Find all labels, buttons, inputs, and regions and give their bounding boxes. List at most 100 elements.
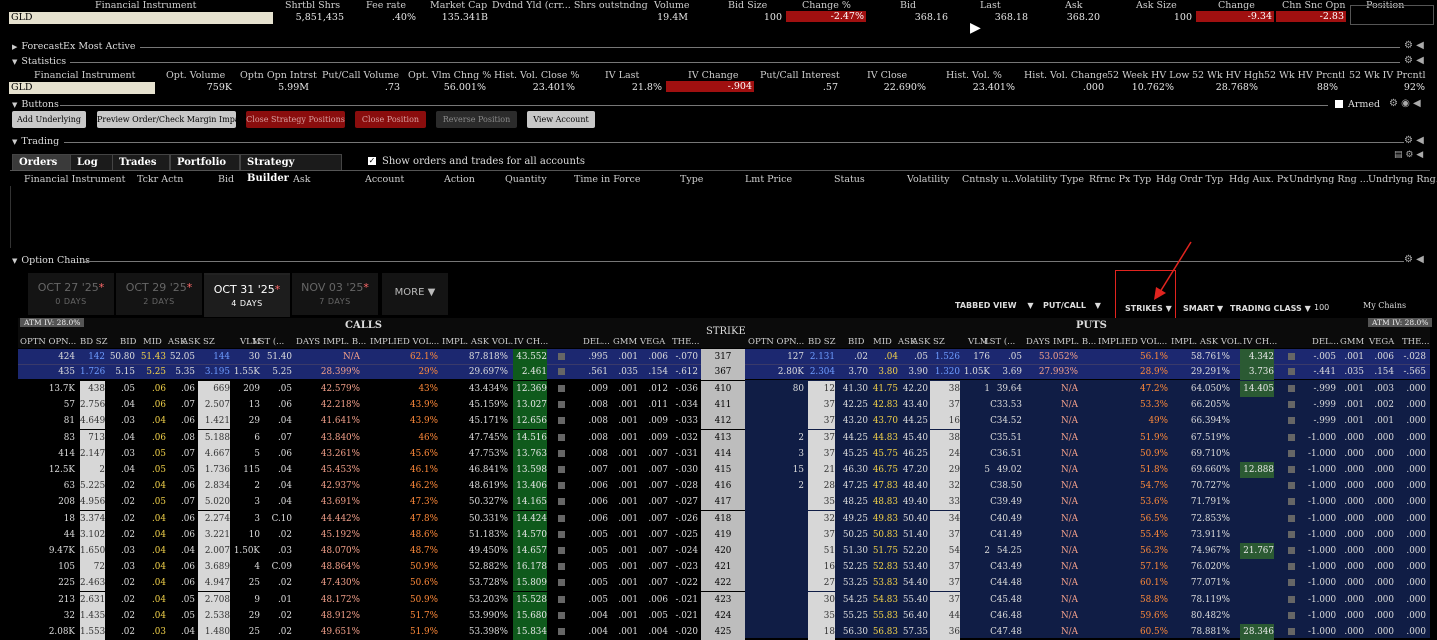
call-cell[interactable]: .005: [582, 575, 608, 591]
call-cell[interactable]: 25: [232, 624, 260, 640]
call-col-header[interactable]: DEL...: [583, 336, 610, 348]
call-cell[interactable]: .05: [168, 592, 195, 608]
call-cell[interactable]: .001: [612, 608, 638, 624]
call-select-square-icon[interactable]: [558, 417, 565, 425]
put-cell[interactable]: .000: [1366, 559, 1394, 575]
strike-row[interactable]: 83 713.04.06.08 5.188 6.07 43.840% 46% 47.745%…: [0, 429, 1437, 446]
put-cell[interactable]: C43.49: [990, 559, 1022, 575]
call-cell[interactable]: 49.651%: [300, 624, 360, 640]
call-cell[interactable]: 83: [20, 430, 75, 446]
put-cell[interactable]: 52.25: [838, 559, 868, 575]
call-cell[interactable]: .006: [582, 494, 608, 510]
put-cell[interactable]: .035: [1338, 364, 1364, 380]
put-cell[interactable]: .000: [1366, 462, 1394, 478]
call-select-square-icon[interactable]: [558, 628, 565, 635]
call-cell[interactable]: 72: [80, 559, 105, 576]
call-cell[interactable]: 1.421: [198, 413, 230, 430]
call-cell[interactable]: -.028: [670, 478, 698, 494]
call-select-square-icon[interactable]: [558, 498, 565, 506]
call-cell[interactable]: N/A: [300, 349, 360, 365]
section-trading[interactable]: ▼ Trading: [0, 136, 1437, 148]
expiry-tab-oct29[interactable]: OCT 29 '25* 2 DAYS: [116, 273, 202, 315]
put-cell[interactable]: 28.9%: [1110, 364, 1168, 380]
put-cell[interactable]: .000: [1338, 430, 1364, 446]
put-cell[interactable]: .000: [1398, 413, 1426, 429]
put-select-square-icon[interactable]: [1288, 385, 1295, 392]
strike-cell[interactable]: 425: [701, 624, 745, 640]
call-cell[interactable]: -.070: [670, 349, 698, 365]
put-cell[interactable]: .000: [1338, 527, 1364, 543]
call-cell[interactable]: .03: [108, 446, 135, 462]
put-cell[interactable]: 127: [748, 349, 804, 365]
expand-triangle-icon[interactable]: ▶: [12, 41, 17, 53]
call-select-square-icon[interactable]: [558, 579, 565, 587]
put-cell[interactable]: C33.53: [990, 397, 1022, 413]
put-cell[interactable]: .000: [1366, 430, 1394, 446]
order-col-header[interactable]: Volatility: [907, 174, 950, 185]
call-cell[interactable]: 2.631: [80, 591, 105, 608]
put-cell[interactable]: 59.6%: [1110, 608, 1168, 624]
put-cell[interactable]: 55.40: [900, 592, 928, 608]
call-cell[interactable]: 13.7K: [20, 381, 75, 397]
order-col-header[interactable]: Quantity: [505, 174, 547, 185]
call-cell[interactable]: 25: [232, 575, 260, 591]
call-cell[interactable]: 105: [20, 559, 75, 575]
call-cell[interactable]: 48.172%: [300, 592, 360, 608]
put-cell[interactable]: 47.25: [838, 478, 868, 494]
put-cell[interactable]: 43.20: [838, 413, 868, 429]
put-cell[interactable]: 48.83: [870, 494, 898, 510]
call-cell[interactable]: .04: [168, 543, 195, 559]
put-cell[interactable]: 54.7%: [1110, 478, 1168, 494]
call-cell[interactable]: 4.667: [198, 445, 230, 462]
call-cell[interactable]: 10: [232, 527, 260, 543]
call-cell[interactable]: .004: [582, 624, 608, 640]
call-cell[interactable]: .07: [168, 494, 195, 510]
put-cell[interactable]: -.005: [1308, 349, 1336, 365]
call-cell[interactable]: 51.183%: [440, 527, 508, 543]
put-cell[interactable]: 57.35: [900, 624, 928, 640]
collapse-triangle-icon[interactable]: ▼: [12, 56, 17, 68]
call-cell[interactable]: .02: [108, 511, 135, 527]
call-cell[interactable]: 3.689: [198, 559, 230, 576]
call-cell[interactable]: -.021: [670, 608, 698, 624]
put-cell[interactable]: N/A: [1030, 527, 1078, 543]
put-cell[interactable]: .000: [1338, 446, 1364, 462]
put-cell[interactable]: -.441: [1308, 364, 1336, 380]
put-cell[interactable]: .05: [900, 349, 928, 365]
call-cell[interactable]: .005: [582, 543, 608, 559]
put-cell[interactable]: -1.000: [1308, 608, 1336, 624]
strike-row[interactable]: 32 1.435.02.04.05 2.538 29.02 48.912% 51.7% 53…: [0, 607, 1437, 624]
strike-cell[interactable]: 412: [701, 413, 745, 430]
call-cell[interactable]: .007: [640, 494, 668, 510]
put-cell[interactable]: 32: [930, 478, 960, 495]
put-cell[interactable]: -.999: [1308, 397, 1336, 413]
put-cell[interactable]: -1.000: [1308, 478, 1336, 494]
strike-cell[interactable]: 419: [701, 526, 745, 543]
put-cell[interactable]: [1240, 511, 1274, 527]
put-cell[interactable]: 56.5%: [1110, 511, 1168, 527]
put-cell[interactable]: .000: [1338, 494, 1364, 510]
put-cell[interactable]: 2: [748, 430, 804, 446]
strike-cell[interactable]: 411: [701, 397, 745, 414]
call-cell[interactable]: 46.1%: [370, 462, 438, 478]
call-cell[interactable]: 32: [20, 608, 75, 624]
call-cell[interactable]: 414: [20, 446, 75, 462]
call-cell[interactable]: .04: [138, 511, 166, 527]
call-cell[interactable]: 3: [232, 511, 260, 527]
call-cell[interactable]: .02: [260, 608, 292, 624]
put-col-header[interactable]: BID: [848, 336, 864, 348]
tab-log[interactable]: Log: [70, 154, 114, 171]
call-cell[interactable]: .06: [168, 478, 195, 494]
put-cell[interactable]: .002: [1366, 397, 1394, 413]
call-cell[interactable]: 16.178: [513, 559, 547, 576]
call-cell[interactable]: 1.435: [80, 607, 105, 624]
put-cell[interactable]: .001: [1338, 349, 1364, 365]
put-col-header[interactable]: IMPL. B...: [1053, 336, 1096, 348]
put-cell[interactable]: [748, 397, 804, 413]
put-cell[interactable]: 54.25: [838, 592, 868, 608]
put-cell[interactable]: -1.000: [1308, 527, 1336, 543]
call-cell[interactable]: .04: [138, 527, 166, 543]
put-cell[interactable]: N/A: [1030, 494, 1078, 510]
strike-cell[interactable]: 367: [701, 364, 745, 380]
call-cell[interactable]: 29: [232, 608, 260, 624]
